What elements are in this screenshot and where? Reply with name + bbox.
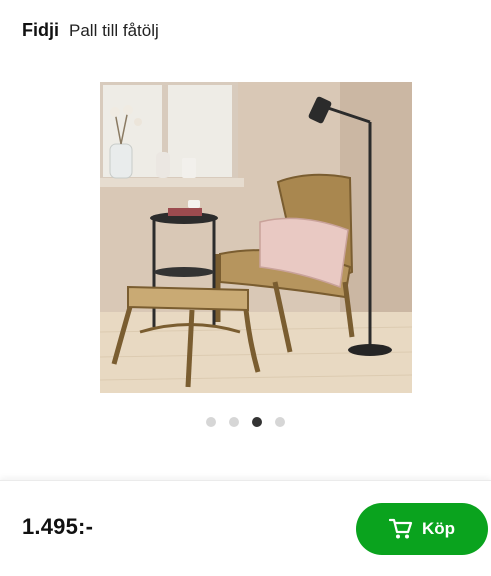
product-price: 1.495:- [22, 514, 94, 539]
product-photo [100, 82, 412, 393]
carousel-dot[interactable] [206, 417, 216, 427]
product-image[interactable] [100, 82, 412, 393]
carousel-dot[interactable] [229, 417, 239, 427]
purchase-bar: 1.495:- Köp [0, 480, 491, 576]
carousel-dot[interactable] [275, 417, 285, 427]
carousel-dot-active[interactable] [252, 417, 262, 427]
carousel-indicator [0, 417, 491, 427]
buy-button-label: Köp [421, 519, 456, 538]
product-header: Fidji Pall till fåtölj [22, 20, 159, 48]
product-subtitle: Pall till fåtölj [69, 21, 159, 40]
product-brand: Fidji [22, 20, 59, 40]
cart-icon [388, 518, 413, 540]
buy-button[interactable]: Köp [356, 503, 488, 555]
